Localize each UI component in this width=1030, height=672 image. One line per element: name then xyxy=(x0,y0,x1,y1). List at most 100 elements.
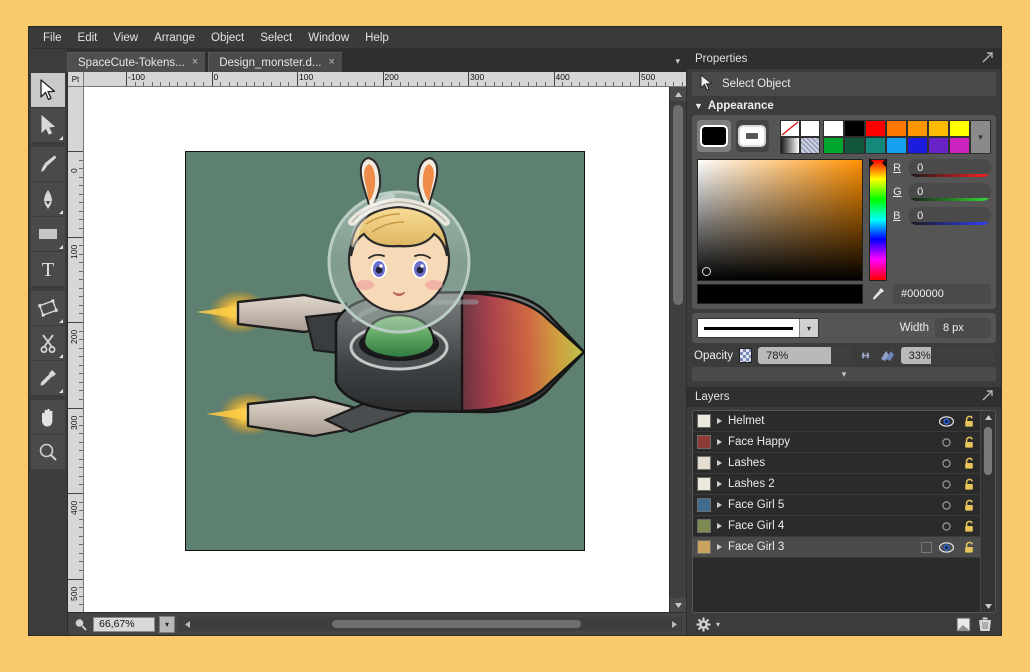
table-row[interactable]: Face Girl 4 xyxy=(693,516,980,537)
vertical-ruler[interactable]: 0100200300400500600 xyxy=(68,87,84,612)
select-object-row[interactable]: Select Object xyxy=(692,72,996,96)
menu-edit[interactable]: Edit xyxy=(70,30,106,46)
stroke-width-input[interactable]: 8 px xyxy=(935,318,991,338)
rectangle-tool[interactable] xyxy=(31,217,65,251)
scroll-left-arrow[interactable] xyxy=(179,617,195,631)
horizontal-ruler[interactable]: -1000100200300400500600700 xyxy=(84,72,686,87)
tool-submenu-indicator[interactable] xyxy=(59,319,63,323)
popout-icon[interactable] xyxy=(982,52,993,66)
appearance-collapse-button[interactable]: ▾ xyxy=(692,367,996,381)
chevron-right-icon[interactable] xyxy=(717,523,722,529)
brush-tool[interactable] xyxy=(31,147,65,181)
color-swatch[interactable] xyxy=(823,137,844,154)
zoom-dropdown-icon[interactable]: ▾ xyxy=(159,616,175,633)
scrollbar-thumb[interactable] xyxy=(332,620,582,628)
checkerboard-icon[interactable] xyxy=(739,348,752,363)
eye-visibility-icon[interactable] xyxy=(938,458,954,469)
menu-window[interactable]: Window xyxy=(300,30,357,46)
fill-swatch-button[interactable] xyxy=(697,120,731,152)
menu-object[interactable]: Object xyxy=(203,30,252,46)
eyedropper-tool[interactable] xyxy=(31,361,65,395)
link-chain-icon[interactable] xyxy=(858,347,873,364)
b-input[interactable]: 0 xyxy=(908,207,991,225)
hand-tool[interactable] xyxy=(31,400,65,434)
lock-icon[interactable] xyxy=(960,499,978,512)
table-row[interactable]: Face Girl 5 xyxy=(693,495,980,516)
blend-mode-icon[interactable] xyxy=(879,347,895,364)
lock-icon[interactable] xyxy=(960,520,978,533)
chevron-down-icon[interactable]: ▾ xyxy=(675,56,680,67)
color-swatch[interactable] xyxy=(844,137,865,154)
trash-icon[interactable] xyxy=(976,616,993,633)
eye-visibility-icon[interactable] xyxy=(938,521,954,532)
lock-icon[interactable] xyxy=(960,415,978,428)
chevron-down-icon[interactable]: ▾ xyxy=(799,319,818,337)
lock-icon[interactable] xyxy=(960,541,978,554)
transform-tool[interactable] xyxy=(31,291,65,325)
tool-submenu-indicator[interactable] xyxy=(59,354,63,358)
swatch-none[interactable] xyxy=(780,120,800,137)
eye-visibility-icon[interactable] xyxy=(938,479,954,490)
tool-submenu-indicator[interactable] xyxy=(59,210,63,214)
layers-menu-arrow[interactable]: ▾ xyxy=(716,620,720,629)
artboard[interactable] xyxy=(185,151,585,551)
table-row[interactable]: Lashes 2 xyxy=(693,474,980,495)
chevron-right-icon[interactable] xyxy=(717,460,722,466)
scrollbar-thumb[interactable] xyxy=(673,105,683,305)
color-swatch[interactable] xyxy=(928,137,949,154)
scroll-down-arrow[interactable] xyxy=(670,598,686,612)
gear-icon[interactable] xyxy=(695,616,712,633)
scroll-down-arrow[interactable] xyxy=(981,600,995,612)
sv-cursor[interactable] xyxy=(702,267,711,276)
lock-icon[interactable] xyxy=(960,436,978,449)
new-layer-icon[interactable] xyxy=(955,616,972,633)
menu-view[interactable]: View xyxy=(105,30,146,46)
r-input[interactable]: 0 xyxy=(908,159,991,177)
eye-visibility-icon[interactable] xyxy=(938,416,954,427)
ruler-unit-label[interactable]: Pt xyxy=(68,72,84,87)
swatch-gradient[interactable] xyxy=(780,137,800,154)
scroll-up-arrow[interactable] xyxy=(670,87,686,101)
appearance-section-header[interactable]: ▼ Appearance xyxy=(687,96,1001,114)
table-row[interactable]: Helmet xyxy=(693,411,980,432)
tab-design-monster[interactable]: Design_monster.d... × xyxy=(208,52,343,72)
color-preview[interactable] xyxy=(697,284,863,304)
scroll-right-arrow[interactable] xyxy=(666,617,682,631)
menu-file[interactable]: File xyxy=(35,30,70,46)
swatch-white[interactable] xyxy=(800,120,820,137)
color-swatch[interactable] xyxy=(949,137,970,154)
color-swatch[interactable] xyxy=(823,120,844,137)
tool-submenu-indicator[interactable] xyxy=(59,136,63,140)
popout-icon[interactable] xyxy=(982,390,993,404)
color-swatch[interactable] xyxy=(865,137,886,154)
chevron-right-icon[interactable] xyxy=(717,439,722,445)
text-tool[interactable]: T xyxy=(31,252,65,286)
stroke-swatch-button[interactable] xyxy=(736,120,770,152)
canvas[interactable] xyxy=(84,87,669,612)
eye-visibility-icon[interactable] xyxy=(938,500,954,511)
table-row[interactable]: Face Happy xyxy=(693,432,980,453)
color-swatch[interactable] xyxy=(844,120,865,137)
lock-icon[interactable] xyxy=(960,457,978,470)
hue-knob[interactable] xyxy=(869,158,887,164)
table-row[interactable]: Lashes xyxy=(693,453,980,474)
scissors-tool[interactable] xyxy=(31,326,65,360)
scroll-up-arrow[interactable] xyxy=(981,411,995,423)
chevron-right-icon[interactable] xyxy=(717,481,722,487)
menu-arrange[interactable]: Arrange xyxy=(146,30,203,46)
color-swatch[interactable] xyxy=(949,120,970,137)
saturation-value-field[interactable] xyxy=(697,159,863,281)
chevron-right-icon[interactable] xyxy=(717,418,722,424)
table-row[interactable]: Face Girl 3 xyxy=(693,537,980,558)
tool-submenu-indicator[interactable] xyxy=(59,245,63,249)
stroke-color-swatch[interactable] xyxy=(738,125,766,147)
node-tool[interactable] xyxy=(31,108,65,142)
tab-spacecute-tokens[interactable]: SpaceCute-Tokens... × xyxy=(67,52,206,72)
chevron-down-icon[interactable]: ▼ xyxy=(694,101,703,111)
eyedropper-icon[interactable] xyxy=(869,284,887,304)
menu-help[interactable]: Help xyxy=(357,30,397,46)
g-input[interactable]: 0 xyxy=(908,183,991,201)
scrollbar-track[interactable] xyxy=(195,617,666,631)
layers-scrollbar[interactable] xyxy=(980,411,995,612)
layer-checkbox[interactable] xyxy=(921,542,932,553)
